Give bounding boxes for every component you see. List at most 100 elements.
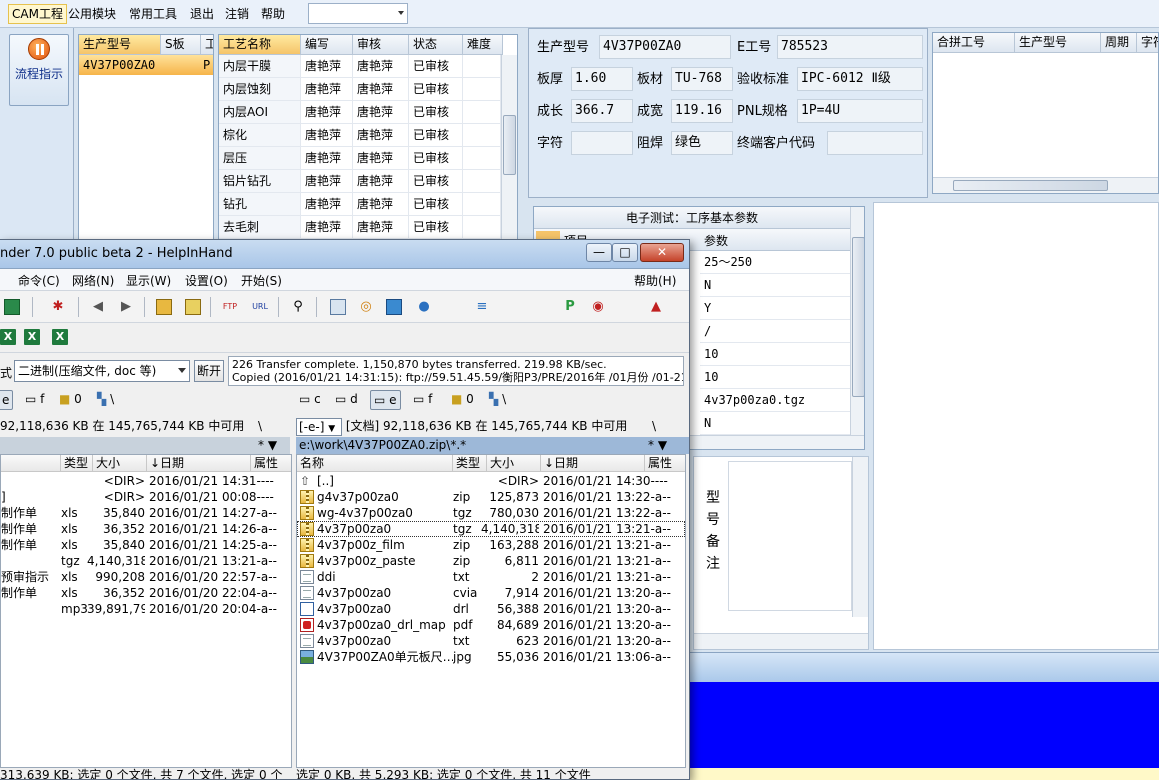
param-value[interactable]: 25～250 xyxy=(700,251,850,274)
url-icon[interactable]: URL xyxy=(252,299,268,315)
param-value[interactable]: / xyxy=(700,320,850,343)
process-cell[interactable]: 唐艳萍 xyxy=(353,101,409,124)
right-drive-combo[interactable]: [-e-] ▼ xyxy=(296,417,342,436)
process-cell[interactable]: 已审核 xyxy=(409,55,463,78)
right-col-type[interactable]: 类型 xyxy=(453,455,487,472)
process-cell[interactable]: 内层蚀刻 xyxy=(219,78,301,101)
file-name[interactable]: ] xyxy=(1,489,61,505)
merge-grid-hscroll[interactable] xyxy=(933,177,1158,193)
left-drive-e[interactable]: e xyxy=(0,390,14,410)
process-cell[interactable]: 唐艳萍 xyxy=(353,124,409,147)
back-icon[interactable]: ◀ xyxy=(90,299,106,315)
file-name[interactable]: 制作单 xyxy=(1,505,61,521)
process-cell[interactable] xyxy=(463,216,501,239)
file-name[interactable]: 4v37p00za0 xyxy=(317,601,453,617)
maximize-button[interactable]: □ xyxy=(612,243,638,262)
col-merge-model[interactable]: 生产型号 xyxy=(1015,33,1101,53)
process-cell[interactable]: 唐艳萍 xyxy=(353,216,409,239)
process-cell[interactable] xyxy=(463,124,501,147)
field-customer[interactable] xyxy=(827,131,923,155)
disconnect-button[interactable]: 断开 xyxy=(194,360,224,382)
scrollbar-thumb[interactable] xyxy=(503,115,516,175)
calculator-icon[interactable] xyxy=(330,299,346,315)
refresh-icon[interactable] xyxy=(4,299,20,315)
right-drive-c[interactable]: ▭ c xyxy=(296,390,324,410)
menu-logout[interactable]: 注销 xyxy=(222,4,252,24)
process-cell[interactable]: 唐艳萍 xyxy=(301,216,353,239)
file-name[interactable]: 4v37p00za0 xyxy=(317,585,453,601)
process-cell[interactable]: 唐艳萍 xyxy=(301,78,353,101)
process-cell[interactable]: 已审核 xyxy=(409,193,463,216)
process-cell[interactable]: 唐艳萍 xyxy=(301,124,353,147)
ftp-log[interactable]: 226 Transfer complete. 1,150,870 bytes t… xyxy=(228,356,684,386)
process-cell[interactable] xyxy=(463,193,501,216)
process-cell[interactable] xyxy=(463,101,501,124)
file-name[interactable]: 预审指示 xyxy=(1,569,61,585)
left-col-size[interactable]: 大小 xyxy=(93,455,147,472)
excel-icon[interactable]: X xyxy=(24,329,40,345)
param-value[interactable]: 10 xyxy=(700,343,850,366)
left-col-date[interactable]: ↓日期 xyxy=(147,455,251,472)
left-drive-0[interactable]: ■ 0 xyxy=(56,390,85,410)
remark-hscroll[interactable] xyxy=(694,633,868,649)
process-cell[interactable]: 唐艳萍 xyxy=(353,78,409,101)
tc-menu-network[interactable]: 网络(N) xyxy=(72,272,114,289)
process-cell[interactable]: 已审核 xyxy=(409,78,463,101)
menu-exit[interactable]: 退出 xyxy=(187,4,217,24)
process-cell[interactable]: 内层AOI xyxy=(219,101,301,124)
ftp-icon[interactable]: FTP xyxy=(222,299,238,315)
tc-menu-config[interactable]: 设置(O) xyxy=(185,272,228,289)
field-standard[interactable]: IPC-6012 Ⅱ级 xyxy=(797,67,923,91)
left-drive-root[interactable]: ▚ \ xyxy=(94,390,117,410)
remark-scrollbar[interactable] xyxy=(852,457,868,617)
right-col-date[interactable]: ↓日期 xyxy=(541,455,645,472)
field-width[interactable]: 119.16 xyxy=(671,99,733,123)
field-thickness[interactable]: 1.60 xyxy=(571,67,633,91)
tc-titlebar[interactable]: nder 7.0 public beta 2 - HelpInHand — □ … xyxy=(0,240,689,269)
col-process-name[interactable]: 工艺名称 xyxy=(219,35,301,55)
product-row-selected[interactable]: 4V37P00ZA0 P xyxy=(79,55,213,75)
col-reviewer[interactable]: 审核 xyxy=(353,35,409,55)
param-value[interactable]: N xyxy=(700,412,850,435)
process-cell[interactable]: 层压 xyxy=(219,147,301,170)
right-drive-e[interactable]: ▭ e xyxy=(370,390,401,410)
process-cell[interactable]: 已审核 xyxy=(409,147,463,170)
world-icon[interactable]: ◉ xyxy=(590,299,606,315)
col-difficulty[interactable]: 难度 xyxy=(463,35,503,55)
col-merge-period[interactable]: 周期 xyxy=(1101,33,1137,53)
excel-icon[interactable]: X xyxy=(52,329,68,345)
right-col-size[interactable]: 大小 xyxy=(487,455,541,472)
process-cell[interactable]: 唐艳萍 xyxy=(353,170,409,193)
param-scrollbar[interactable] xyxy=(850,207,864,435)
param-value[interactable]: 10 xyxy=(700,366,850,389)
process-cell[interactable]: 棕化 xyxy=(219,124,301,147)
process-cell[interactable]: 已审核 xyxy=(409,216,463,239)
process-cell[interactable]: 唐艳萍 xyxy=(301,55,353,78)
col-s-board[interactable]: S板 xyxy=(161,35,201,55)
param-value[interactable]: N xyxy=(700,274,850,297)
pdf-icon[interactable]: ▲ xyxy=(648,299,664,315)
file-name[interactable] xyxy=(1,553,61,569)
menu-cam-project[interactable]: CAM工程 xyxy=(8,4,67,24)
left-root-button[interactable]: \ xyxy=(258,415,262,437)
col-writer[interactable]: 编写 xyxy=(301,35,353,55)
left-path-bar[interactable]: * ▼ xyxy=(0,437,290,454)
param-value[interactable]: 4v37p00za0.tgz xyxy=(700,389,850,412)
tc-menu-start[interactable]: 开始(S) xyxy=(241,272,282,289)
sync-icon[interactable] xyxy=(386,299,402,315)
wand-icon[interactable]: ✱ xyxy=(50,299,66,315)
process-cell[interactable]: 去毛刺 xyxy=(219,216,301,239)
p-icon[interactable]: P xyxy=(562,299,578,315)
menu-common-module[interactable]: 公用模块 xyxy=(65,4,119,24)
close-button[interactable]: ✕ xyxy=(640,243,684,262)
process-grid-scrollbar[interactable] xyxy=(501,55,517,243)
right-drive-root[interactable]: ▚ \ xyxy=(486,390,509,410)
process-cell[interactable]: 已审核 xyxy=(409,124,463,147)
field-mask[interactable]: 绿色 xyxy=(671,131,733,155)
left-drive-f[interactable]: ▭ f xyxy=(22,390,47,410)
file-name[interactable]: 4v37p00za0 xyxy=(317,633,453,649)
compare-icon[interactable]: ◎ xyxy=(358,299,374,315)
right-col-name[interactable]: 名称 xyxy=(297,455,453,472)
col-merge-legend[interactable]: 字符 xyxy=(1137,33,1158,53)
col-merge-no[interactable]: 合拼工号 xyxy=(933,33,1015,53)
